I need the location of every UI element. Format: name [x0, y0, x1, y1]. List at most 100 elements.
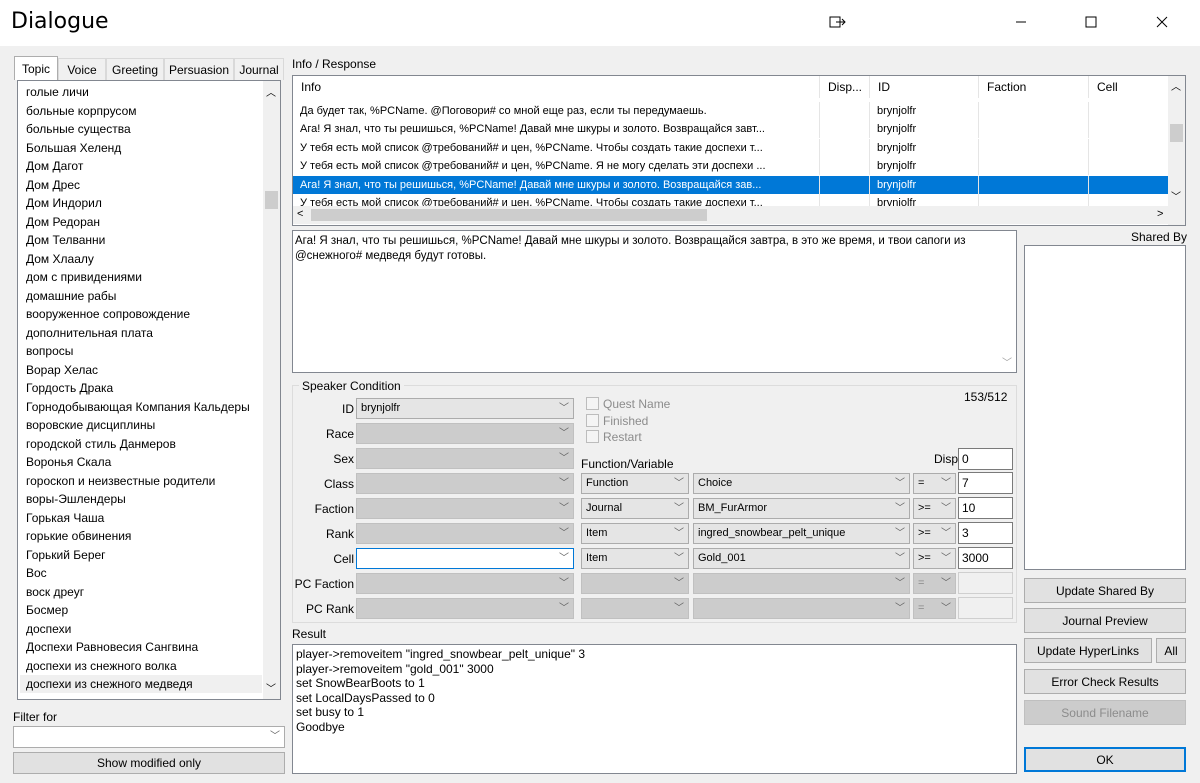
- topic-list-item[interactable]: Дом Дрес: [26, 176, 80, 194]
- class-combo[interactable]: ﹀: [356, 473, 574, 494]
- scroll-up-icon[interactable]: ︿: [266, 84, 276, 99]
- topic-list-item[interactable]: Дом Телванни: [26, 231, 105, 249]
- topic-list-item[interactable]: воровские дисциплины: [26, 416, 155, 434]
- faction-combo[interactable]: ﹀: [356, 498, 574, 519]
- topic-list[interactable]: голые личи больные корпрусом больные сущес…: [17, 80, 281, 700]
- pc-rank-combo[interactable]: ﹀: [356, 598, 574, 619]
- minimize-icon[interactable]: [998, 0, 1044, 44]
- scroll-left-icon[interactable]: <: [297, 208, 303, 220]
- info-grid[interactable]: Info Disp... ID Faction Cell Да будет та…: [292, 75, 1186, 226]
- scroll-right-icon[interactable]: >: [1157, 208, 1163, 220]
- function-type-combo[interactable]: ﹀: [581, 598, 689, 619]
- function-type-combo[interactable]: ﹀: [581, 573, 689, 594]
- col-header-cell[interactable]: Cell: [1089, 76, 1169, 98]
- function-value-input[interactable]: [958, 597, 1013, 619]
- all-button[interactable]: All: [1156, 638, 1186, 663]
- function-name-combo[interactable]: BM_FurArmor ﹀: [693, 498, 910, 519]
- topic-list-item[interactable]: дополнительная плата: [26, 324, 153, 342]
- topic-list-item[interactable]: гороскоп и неизвестные родители: [26, 472, 215, 490]
- race-combo[interactable]: ﹀: [356, 423, 574, 444]
- topic-list-item[interactable]: Гордость Драка: [26, 379, 113, 397]
- sound-filename-button[interactable]: Sound Filename: [1024, 700, 1186, 725]
- topic-list-item[interactable]: доспехи: [26, 620, 71, 638]
- topic-list-item[interactable]: Воронья Скала: [26, 453, 111, 471]
- topic-list-item[interactable]: воры-Эшлендеры: [26, 490, 126, 508]
- col-header-info[interactable]: Info: [293, 76, 820, 98]
- tab-voice[interactable]: Voice: [58, 58, 106, 80]
- topic-list-item[interactable]: Босмер: [26, 601, 68, 619]
- col-header-id[interactable]: ID: [870, 76, 979, 98]
- ok-button[interactable]: OK: [1024, 747, 1186, 772]
- disp-input[interactable]: 0: [958, 448, 1013, 470]
- maximize-icon[interactable]: [1068, 0, 1114, 44]
- topic-list-item[interactable]: голые личи: [26, 83, 89, 101]
- scroll-up-icon[interactable]: ︿: [1171, 78, 1181, 93]
- topic-list-item[interactable]: Дом Дагот: [26, 157, 83, 175]
- function-type-combo[interactable]: Item ﹀: [581, 523, 689, 544]
- sex-combo[interactable]: ﹀: [356, 448, 574, 469]
- tab-greeting[interactable]: Greeting: [106, 58, 164, 80]
- topic-list-item[interactable]: больные существа: [26, 120, 131, 138]
- function-type-combo[interactable]: Item ﹀: [581, 548, 689, 569]
- scroll-thumb[interactable]: [265, 191, 278, 209]
- tab-journal[interactable]: Journal: [234, 58, 284, 80]
- topic-list-item[interactable]: Дом Хлаалу: [26, 250, 94, 268]
- show-modified-button[interactable]: Show modified only: [13, 752, 285, 774]
- topic-list-item[interactable]: доспехи из снежного медведя: [20, 675, 262, 693]
- comparison-combo[interactable]: = ﹀: [913, 473, 956, 494]
- function-value-input[interactable]: [958, 572, 1013, 594]
- topic-list-item[interactable]: Горький Берег: [26, 546, 106, 564]
- hscroll-thumb[interactable]: [311, 209, 707, 221]
- shared-by-list[interactable]: [1024, 245, 1186, 570]
- function-name-combo[interactable]: ﹀: [693, 573, 910, 594]
- function-name-combo[interactable]: ingred_snowbear_pelt_unique ﹀: [693, 523, 910, 544]
- restart-checkbox[interactable]: [586, 430, 599, 443]
- close-icon[interactable]: [1139, 0, 1185, 44]
- cell-combo[interactable]: ﹀: [356, 548, 574, 569]
- topic-list-item[interactable]: Ворар Хелас: [26, 361, 98, 379]
- topic-list-item[interactable]: Вос: [26, 564, 47, 582]
- function-value-input[interactable]: 3: [958, 522, 1013, 544]
- col-header-disp[interactable]: Disp...: [820, 76, 870, 98]
- rank-combo[interactable]: ﹀: [356, 523, 574, 544]
- topic-list-item[interactable]: Доспехи Равновесия Сангвина: [26, 638, 198, 656]
- topic-list-item[interactable]: Дом Редоран: [26, 213, 100, 231]
- comparison-combo[interactable]: >= ﹀: [913, 548, 956, 569]
- function-value-input[interactable]: 7: [958, 472, 1013, 494]
- comparison-combo[interactable]: >= ﹀: [913, 498, 956, 519]
- info-grid-hscrollbar[interactable]: < >: [293, 206, 1169, 224]
- info-grid-vscrollbar[interactable]: ︿ ﹀: [1168, 76, 1185, 225]
- error-check-button[interactable]: Error Check Results: [1024, 669, 1186, 694]
- finished-checkbox[interactable]: [586, 414, 599, 427]
- update-hyperlinks-button[interactable]: Update HyperLinks: [1024, 638, 1152, 663]
- topic-list-item[interactable]: доспехи из снежного волка: [26, 657, 177, 675]
- topic-list-item[interactable]: вооруженное сопровождение: [26, 305, 190, 323]
- result-text[interactable]: player->removeitem "ingred_snowbear_pelt…: [292, 644, 1017, 774]
- function-value-input[interactable]: 10: [958, 497, 1013, 519]
- topic-list-item[interactable]: городской стиль Данмеров: [26, 435, 176, 453]
- topic-list-item[interactable]: больные корпрусом: [26, 102, 137, 120]
- journal-preview-button[interactable]: Journal Preview: [1024, 608, 1186, 633]
- comparison-combo[interactable]: = ﹀: [913, 598, 956, 619]
- function-value-input[interactable]: 3000: [958, 547, 1013, 569]
- tab-topic[interactable]: Topic: [14, 56, 58, 80]
- topic-list-item[interactable]: Горькая Чаша: [26, 509, 104, 527]
- function-name-combo[interactable]: Gold_001 ﹀: [693, 548, 910, 569]
- topic-list-scrollbar[interactable]: ︿ ﹀: [263, 81, 280, 699]
- topic-list-item[interactable]: Горнодобывающая Компания Кальдеры: [26, 398, 250, 416]
- topic-list-item[interactable]: горькие обвинения: [26, 527, 131, 545]
- function-name-combo[interactable]: ﹀: [693, 598, 910, 619]
- scroll-thumb[interactable]: [1170, 124, 1183, 142]
- pc-faction-combo[interactable]: ﹀: [356, 573, 574, 594]
- topic-list-item[interactable]: Дом Индорил: [26, 194, 102, 212]
- id-combo[interactable]: brynjolfr ﹀: [356, 398, 574, 419]
- function-name-combo[interactable]: Choice ﹀: [693, 473, 910, 494]
- topic-list-item[interactable]: воск дреуг: [26, 583, 84, 601]
- scroll-down-icon[interactable]: ﹀: [266, 680, 276, 695]
- col-header-faction[interactable]: Faction: [979, 76, 1089, 98]
- comparison-combo[interactable]: = ﹀: [913, 573, 956, 594]
- response-text[interactable]: Ага! Я знал, что ты решишься, %PCName! Д…: [292, 230, 1017, 373]
- quest-name-checkbox[interactable]: [586, 397, 599, 410]
- scroll-down-icon[interactable]: ﹀: [1002, 354, 1012, 369]
- scroll-down-icon[interactable]: ﹀: [1171, 188, 1181, 203]
